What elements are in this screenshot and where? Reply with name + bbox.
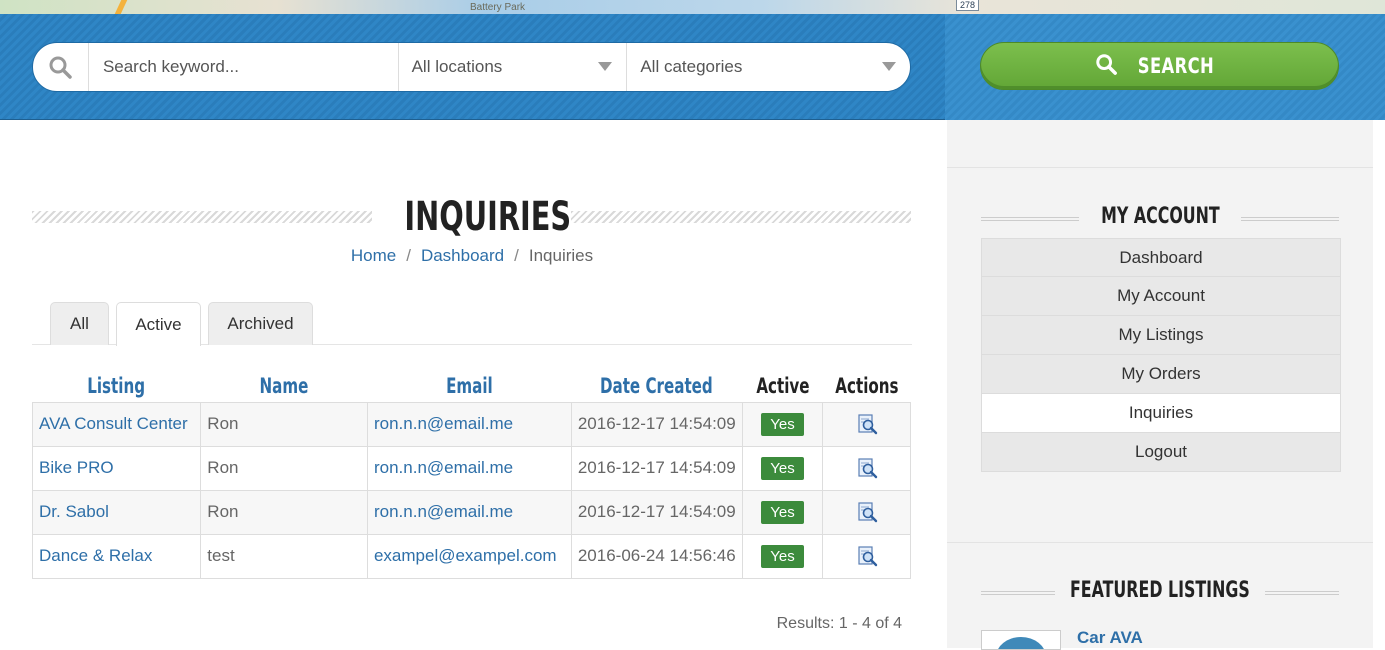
my-account-heading: MY ACCOUNT bbox=[981, 204, 1339, 234]
page-title: INQUIRIES bbox=[404, 194, 572, 240]
listing-link[interactable]: AVA Consult Center bbox=[31, 401, 202, 447]
view-inquiry-icon[interactable] bbox=[856, 413, 878, 435]
active-badge[interactable]: Yes bbox=[761, 544, 804, 568]
category-select[interactable]: All categories bbox=[626, 43, 910, 91]
map-road bbox=[114, 0, 128, 14]
location-select[interactable]: All locations bbox=[397, 43, 627, 91]
column-header-date-created[interactable]: Date Created bbox=[571, 370, 742, 402]
search-button[interactable]: SEARCH bbox=[980, 42, 1339, 90]
email-link[interactable]: ron.n.n@email.me bbox=[366, 445, 572, 491]
breadcrumb-dashboard[interactable]: Dashboard bbox=[421, 246, 504, 265]
search-icon bbox=[33, 43, 89, 91]
results-count: Results: 1 - 4 of 4 bbox=[776, 615, 902, 632]
category-select-value: All categories bbox=[640, 57, 743, 76]
table-row: Bike PRO Ron ron.n.n@email.me 2016-12-17… bbox=[31, 445, 911, 491]
featured-listing-link[interactable]: Car AVA bbox=[1077, 628, 1143, 648]
sidebar-item-my-account[interactable]: My Account bbox=[981, 277, 1341, 316]
caret-down-icon bbox=[598, 62, 613, 71]
breadcrumb: Home / Dashboard / Inquiries bbox=[350, 246, 594, 265]
tab-active[interactable]: Active bbox=[116, 302, 201, 346]
table-row: Dance & Relax test exampel@exampel.com 2… bbox=[31, 533, 911, 579]
email-link[interactable]: ron.n.n@email.me bbox=[366, 489, 572, 535]
tab-all[interactable]: All bbox=[50, 302, 109, 345]
column-header-name[interactable]: Name bbox=[201, 370, 368, 402]
date-created: 2016-06-24 14:56:46 bbox=[570, 533, 743, 579]
inquirer-name: Ron bbox=[200, 489, 368, 535]
search-icon bbox=[1095, 53, 1117, 80]
view-inquiry-icon[interactable] bbox=[856, 501, 878, 523]
email-link[interactable]: exampel@exampel.com bbox=[366, 533, 572, 579]
sidebar: MY ACCOUNT Dashboard My Account My Listi… bbox=[947, 120, 1373, 650]
sidebar-item-logout[interactable]: Logout bbox=[981, 433, 1341, 472]
inquirer-name: Ron bbox=[200, 445, 368, 491]
search-keyword-input[interactable] bbox=[88, 43, 398, 91]
active-badge[interactable]: Yes bbox=[761, 500, 804, 524]
breadcrumb-current: Inquiries bbox=[528, 246, 594, 265]
inquirer-name: Ron bbox=[200, 401, 368, 447]
featured-listing-thumbnail[interactable] bbox=[981, 630, 1061, 650]
column-header-active: Active bbox=[755, 373, 810, 398]
email-link[interactable]: ron.n.n@email.me bbox=[366, 401, 572, 447]
sidebar-item-my-orders[interactable]: My Orders bbox=[981, 355, 1341, 394]
column-header-actions: Actions bbox=[834, 373, 899, 398]
column-header-listing[interactable]: Listing bbox=[33, 370, 201, 402]
listing-link[interactable]: Dance & Relax bbox=[31, 533, 202, 579]
listing-link[interactable]: Dr. Sabol bbox=[31, 489, 202, 535]
sidebar-divider bbox=[947, 542, 1373, 543]
inquiry-tabs: All Active Archived bbox=[32, 302, 912, 346]
breadcrumb-home[interactable]: Home bbox=[351, 246, 396, 265]
caret-down-icon bbox=[882, 62, 896, 71]
sidebar-item-my-listings[interactable]: My Listings bbox=[981, 316, 1341, 355]
featured-listings-heading: FEATURED LISTINGS bbox=[981, 578, 1339, 608]
column-header-email[interactable]: Email bbox=[367, 370, 571, 402]
date-created: 2016-12-17 14:54:09 bbox=[570, 489, 743, 535]
map-strip: Battery Park 278 bbox=[0, 0, 1385, 14]
search-header: All locations All categories SEARCH bbox=[0, 14, 1385, 120]
table-row: AVA Consult Center Ron ron.n.n@email.me … bbox=[31, 401, 911, 447]
sidebar-item-dashboard[interactable]: Dashboard bbox=[981, 238, 1341, 277]
route-shield: 278 bbox=[956, 0, 980, 11]
view-inquiry-icon[interactable] bbox=[856, 457, 878, 479]
date-created: 2016-12-17 14:54:09 bbox=[570, 401, 743, 447]
date-created: 2016-12-17 14:54:09 bbox=[570, 445, 743, 491]
sidebar-item-inquiries[interactable]: Inquiries bbox=[981, 394, 1341, 433]
map-label: Battery Park bbox=[470, 2, 526, 13]
inquiries-table: Listing Name Email Date Created Active A… bbox=[31, 370, 911, 579]
page-title-row: INQUIRIES bbox=[32, 194, 912, 240]
account-menu: Dashboard My Account My Listings My Orde… bbox=[981, 238, 1341, 472]
search-bar: All locations All categories bbox=[32, 42, 911, 92]
tab-archived[interactable]: Archived bbox=[208, 302, 313, 345]
sidebar-top-band bbox=[947, 120, 1373, 168]
title-decoration bbox=[571, 211, 911, 223]
search-button-label: SEARCH bbox=[1137, 54, 1214, 78]
title-decoration bbox=[32, 211, 372, 223]
table-row: Dr. Sabol Ron ron.n.n@email.me 2016-12-1… bbox=[31, 489, 911, 535]
listing-link[interactable]: Bike PRO bbox=[31, 445, 202, 491]
active-badge[interactable]: Yes bbox=[761, 456, 804, 480]
view-inquiry-icon[interactable] bbox=[856, 545, 878, 567]
location-select-value: All locations bbox=[411, 57, 503, 76]
inquirer-name: test bbox=[200, 533, 368, 579]
active-badge[interactable]: Yes bbox=[761, 412, 804, 436]
main-content: INQUIRIES Home / Dashboard / Inquiries All A… bbox=[31, 120, 912, 648]
